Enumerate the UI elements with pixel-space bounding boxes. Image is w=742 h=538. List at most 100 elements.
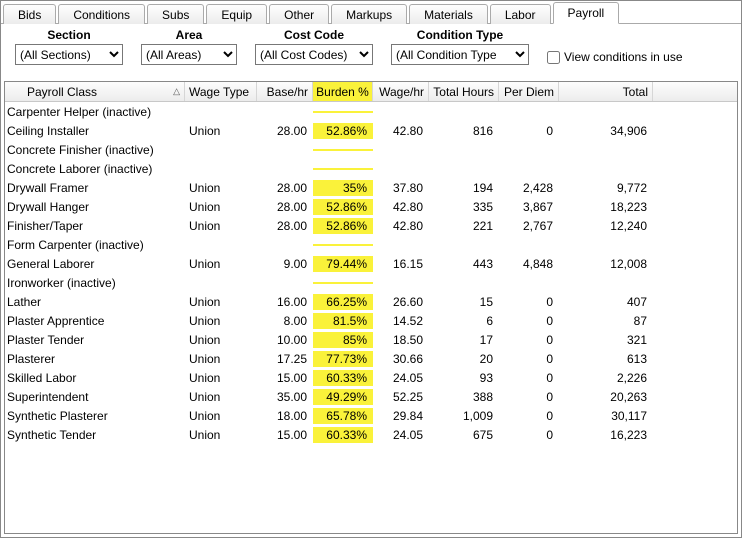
cell-burden: [313, 168, 373, 170]
cell-wage-type: Union: [185, 199, 257, 215]
cell-wage-type: Union: [185, 180, 257, 196]
table-row[interactable]: Finisher/TaperUnion28.0052.86%42.802212,…: [5, 216, 737, 235]
cell-wage-type: [185, 244, 257, 246]
tab-equip[interactable]: Equip: [206, 4, 267, 24]
table-row[interactable]: SuperintendentUnion35.0049.29%52.2538802…: [5, 387, 737, 406]
cell-class: Finisher/Taper: [5, 218, 185, 234]
filter-area-select[interactable]: (All Areas): [141, 44, 237, 65]
tab-materials[interactable]: Materials: [409, 4, 488, 24]
cell-burden: 49.29%: [313, 389, 373, 405]
filter-section-label: Section: [47, 28, 90, 42]
app-window: BidsConditionsSubsEquipOtherMarkupsMater…: [0, 0, 742, 538]
table-row[interactable]: Concrete Finisher (inactive): [5, 140, 737, 159]
cell-wage-hr: 26.60: [373, 294, 429, 310]
cell-base-hr: 28.00: [257, 180, 313, 196]
filter-viewconditions: View conditions in use: [547, 50, 683, 65]
cell-wage-hr: 30.66: [373, 351, 429, 367]
tabstrip: BidsConditionsSubsEquipOtherMarkupsMater…: [1, 1, 741, 24]
cell-base-hr: [257, 111, 313, 113]
cell-wage-type: Union: [185, 370, 257, 386]
cell-per-diem: 0: [499, 427, 559, 443]
table-row[interactable]: General LaborerUnion9.0079.44%16.154434,…: [5, 254, 737, 273]
filter-condtype-label: Condition Type: [417, 28, 503, 42]
table-row[interactable]: Drywall HangerUnion28.0052.86%42.803353,…: [5, 197, 737, 216]
cell-class: Lather: [5, 294, 185, 310]
table-row[interactable]: Plaster ApprenticeUnion8.0081.5%14.52608…: [5, 311, 737, 330]
cell-class: Superintendent: [5, 389, 185, 405]
table-row[interactable]: Plaster TenderUnion10.0085%18.50170321: [5, 330, 737, 349]
table-row[interactable]: Ironworker (inactive): [5, 273, 737, 292]
cell-base-hr: 17.25: [257, 351, 313, 367]
cell-total-hours: 1,009: [429, 408, 499, 424]
cell-base-hr: 35.00: [257, 389, 313, 405]
cell-total: 12,008: [559, 256, 653, 272]
cell-class: Form Carpenter (inactive): [5, 237, 185, 253]
cell-per-diem: 2,428: [499, 180, 559, 196]
cell-wage-type: [185, 282, 257, 284]
cell-total-hours: 443: [429, 256, 499, 272]
col-header-payroll-class[interactable]: Payroll Class△: [5, 82, 185, 101]
col-header-wage-type[interactable]: Wage Type: [185, 82, 257, 101]
cell-total-hours: 816: [429, 123, 499, 139]
table-row[interactable]: Form Carpenter (inactive): [5, 235, 737, 254]
table-row[interactable]: Skilled LaborUnion15.0060.33%24.059302,2…: [5, 368, 737, 387]
cell-class: General Laborer: [5, 256, 185, 272]
cell-base-hr: 28.00: [257, 199, 313, 215]
tab-subs[interactable]: Subs: [147, 4, 204, 24]
cell-wage-type: Union: [185, 256, 257, 272]
tab-conditions[interactable]: Conditions: [58, 4, 145, 24]
cell-total-hours: [429, 244, 499, 246]
table-row[interactable]: Synthetic PlastererUnion18.0065.78%29.84…: [5, 406, 737, 425]
table-row[interactable]: Concrete Laborer (inactive): [5, 159, 737, 178]
cell-wage-hr: [373, 149, 429, 151]
filter-section-select[interactable]: (All Sections): [15, 44, 123, 65]
tab-other[interactable]: Other: [269, 4, 329, 24]
tab-markups[interactable]: Markups: [331, 4, 407, 24]
table-row[interactable]: PlastererUnion17.2577.73%30.66200613: [5, 349, 737, 368]
table-row[interactable]: Drywall FramerUnion28.0035%37.801942,428…: [5, 178, 737, 197]
cell-per-diem: [499, 111, 559, 113]
grid-body: Carpenter Helper (inactive)Ceiling Insta…: [5, 102, 737, 444]
cell-per-diem: 0: [499, 123, 559, 139]
cell-burden: 77.73%: [313, 351, 373, 367]
cell-burden: 60.33%: [313, 370, 373, 386]
cell-total: [559, 244, 653, 246]
table-row[interactable]: Synthetic TenderUnion15.0060.33%24.05675…: [5, 425, 737, 444]
cell-burden: [313, 244, 373, 246]
cell-base-hr: 18.00: [257, 408, 313, 424]
cell-per-diem: 0: [499, 389, 559, 405]
cell-total-hours: [429, 111, 499, 113]
filter-costcode-select[interactable]: (All Cost Codes): [255, 44, 373, 65]
filter-area: Area (All Areas): [141, 28, 237, 65]
tab-bids[interactable]: Bids: [3, 4, 56, 24]
cell-wage-type: Union: [185, 408, 257, 424]
cell-wage-hr: 14.52: [373, 313, 429, 329]
table-row[interactable]: LatherUnion16.0066.25%26.60150407: [5, 292, 737, 311]
cell-burden: 81.5%: [313, 313, 373, 329]
col-header-wage-hr[interactable]: Wage/hr: [373, 82, 429, 101]
col-header-total-hours[interactable]: Total Hours: [429, 82, 499, 101]
cell-wage-hr: [373, 282, 429, 284]
filter-area-label: Area: [176, 28, 203, 42]
cell-total: 87: [559, 313, 653, 329]
view-conditions-checkbox[interactable]: [547, 51, 560, 64]
cell-per-diem: 0: [499, 313, 559, 329]
cell-wage-type: Union: [185, 218, 257, 234]
cell-burden: 52.86%: [313, 123, 373, 139]
col-header-base-hr[interactable]: Base/hr: [257, 82, 313, 101]
cell-class: Synthetic Plasterer: [5, 408, 185, 424]
table-row[interactable]: Carpenter Helper (inactive): [5, 102, 737, 121]
cell-burden: 52.86%: [313, 199, 373, 215]
col-header-burden-[interactable]: Burden %: [313, 82, 373, 101]
table-row[interactable]: Ceiling InstallerUnion28.0052.86%42.8081…: [5, 121, 737, 140]
col-header-total[interactable]: Total: [559, 82, 653, 101]
cell-wage-hr: 37.80: [373, 180, 429, 196]
col-header-per-diem[interactable]: Per Diem: [499, 82, 559, 101]
cell-base-hr: [257, 282, 313, 284]
cell-wage-hr: [373, 111, 429, 113]
tab-payroll[interactable]: Payroll: [553, 2, 620, 24]
filter-condtype-select[interactable]: (All Condition Type: [391, 44, 529, 65]
cell-base-hr: 15.00: [257, 427, 313, 443]
tab-labor[interactable]: Labor: [490, 4, 551, 24]
cell-wage-hr: 29.84: [373, 408, 429, 424]
